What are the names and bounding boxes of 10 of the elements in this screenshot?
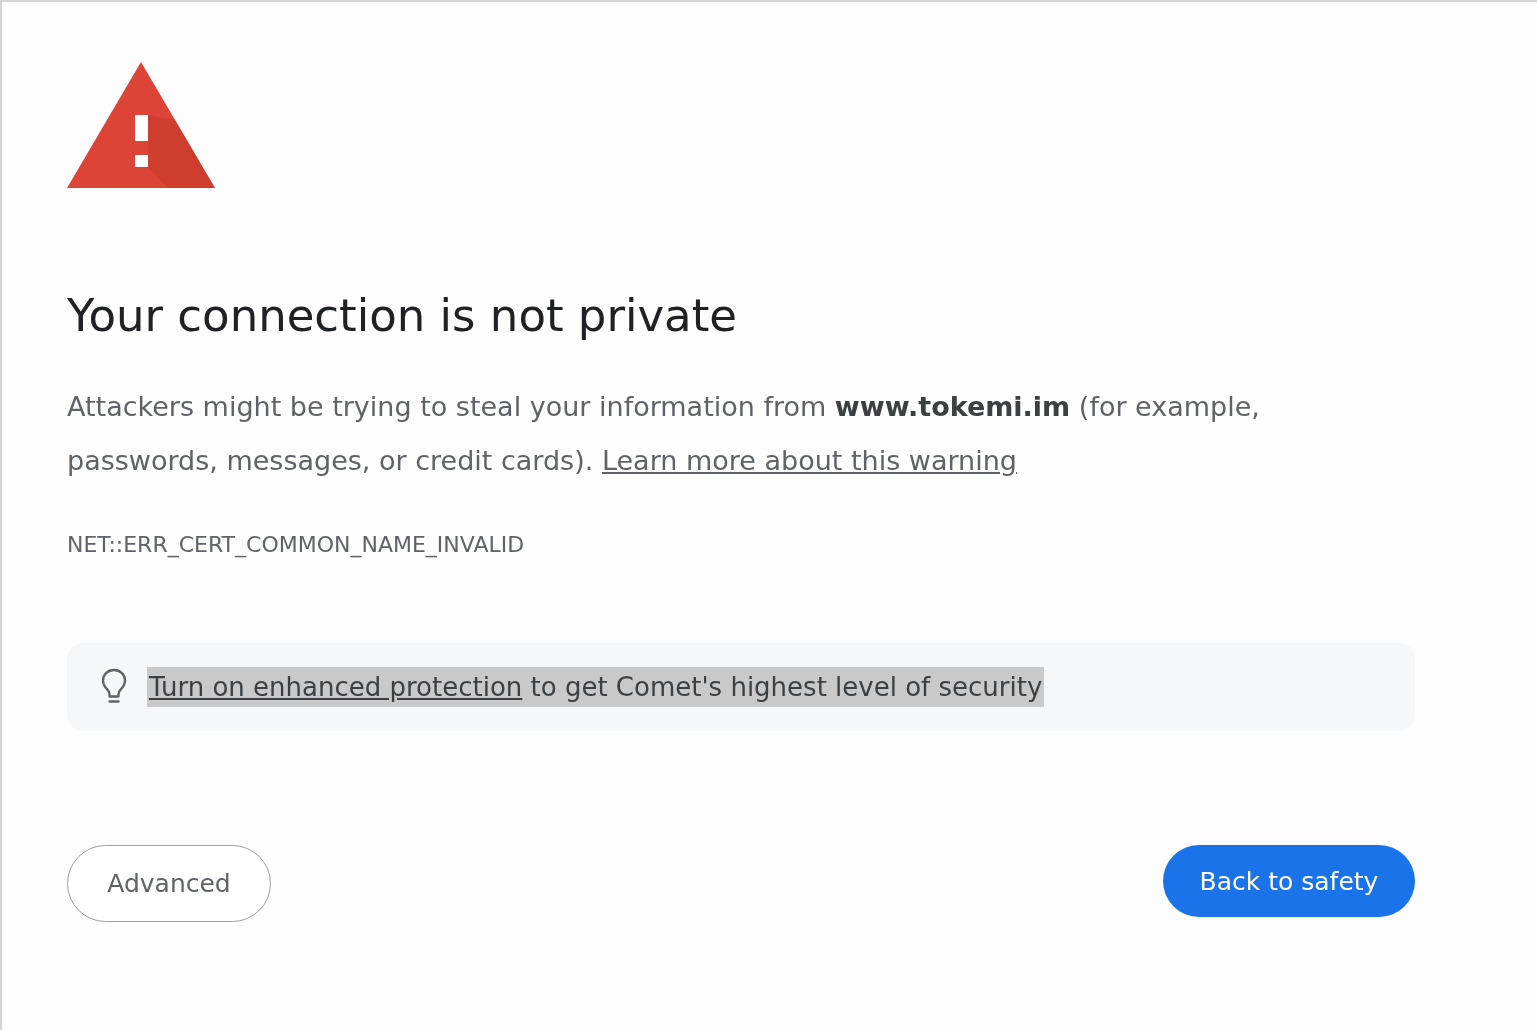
learn-more-link[interactable]: Learn more about this warning [601,445,1017,476]
warning-message: Attackers might be trying to steal your information from www.tokemi.im (for example, passwords, messages, or credit cards). Learn more about this warning [67,390,1261,478]
error-code: NET::ERR_CERT_COMMON_NAME_INVALID [67,531,525,560]
tip-text: Turn on enhanced protection to get Comet's highest level of security [147,667,1045,707]
advanced-button[interactable]: Advanced [67,845,271,922]
warning-triangle-icon [67,62,215,188]
lightbulb-icon [101,668,127,706]
enhanced-protection-link[interactable]: Turn on enhanced protection [149,672,523,702]
back-to-safety-button[interactable]: Back to safety [1163,845,1415,917]
page-heading: Your connection is not private [67,288,737,344]
